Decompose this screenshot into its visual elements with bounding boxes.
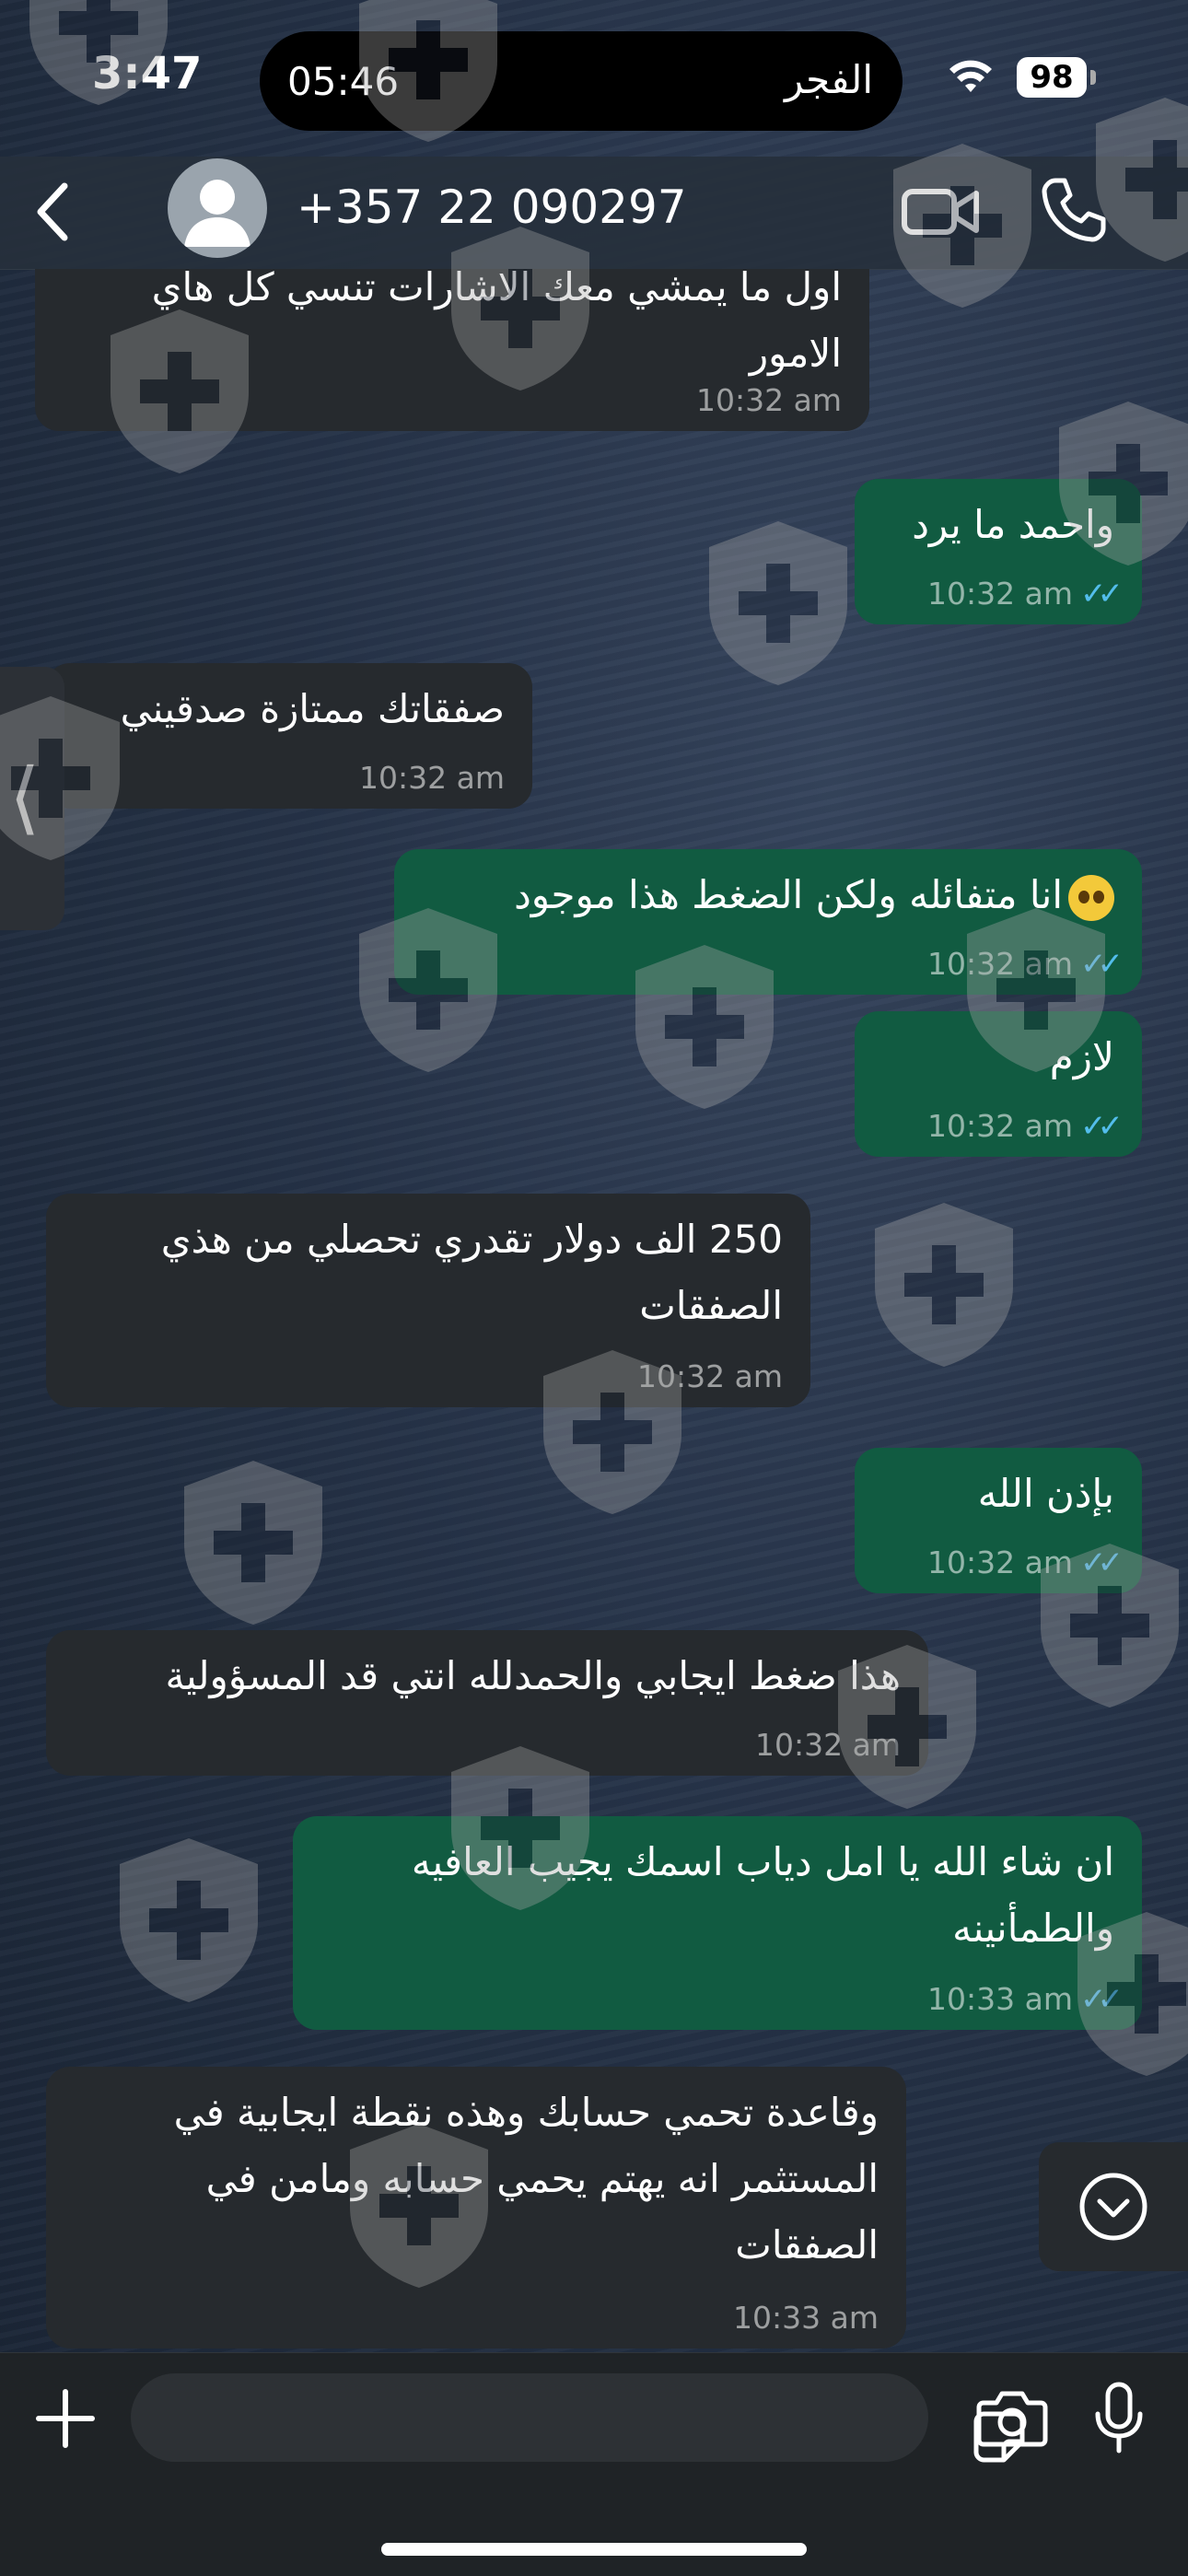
scroll-to-bottom-button[interactable]	[1039, 2142, 1188, 2271]
status-clock: 3:47	[92, 48, 203, 99]
read-ticks-icon: ✓✓	[1080, 1108, 1124, 1145]
message-line: انا متفائله ولكن الضغط هذا موجود	[422, 862, 1114, 928]
camera-icon[interactable]	[976, 2384, 1048, 2451]
message-input[interactable]	[131, 2373, 1025, 2463]
read-ticks-icon: ✓✓	[1080, 1981, 1124, 2018]
avatar-placeholder-icon	[184, 180, 250, 247]
message-text: هذا ضغط ايجابي والحمدلله انتي قد المسؤول…	[74, 1643, 901, 1709]
island-prayer-name: الفجر	[785, 57, 873, 102]
message-meta: 10:32 am ✓✓	[927, 573, 1124, 615]
message-outgoing[interactable]: ان شاء الله يا امل دياب اسمك يجيب العافي…	[293, 1816, 1142, 2030]
message-line: 250 الف دولار تقدري تحصلي من هذي	[160, 1217, 783, 1262]
message-meta: 10:32 am ✓✓	[927, 943, 1124, 985]
message-line: ان شاء الله يا امل دياب اسمك يجيب العافي…	[411, 1839, 1114, 1884]
message-text: صفقاتك ممتازة صدقيني	[74, 676, 505, 742]
message-timestamp: 10:32 am	[637, 1358, 783, 1394]
message-line: لازم	[1049, 1034, 1114, 1079]
message-timestamp: 10:33 am	[927, 1981, 1074, 2017]
message-line: الصفقات	[735, 2222, 879, 2267]
message-text: بإذن الله	[882, 1461, 1114, 1527]
message-text: واحمد ما يرد	[882, 492, 1114, 558]
message-incoming[interactable]: وقاعدة تحمي حسابك وهذه نقطة ايجابية في ا…	[46, 2067, 906, 2349]
island-time: 05:46	[287, 59, 400, 104]
message-text: وقاعدة تحمي حسابك وهذه نقطة ايجابية في ا…	[74, 2080, 879, 2279]
message-line: والطمأنينه	[952, 1906, 1114, 1951]
message-incoming[interactable]: اول ما يمشي معك الاشارات تنسي كل هاي الا…	[35, 269, 869, 431]
message-outgoing[interactable]: واحمد ما يرد 10:32 am ✓✓	[855, 479, 1142, 624]
dynamic-island: 05:46 الفجر	[260, 31, 903, 131]
chat-header: +357 22 090297	[0, 157, 1188, 270]
home-indicator	[381, 2543, 807, 2556]
side-panel-tab[interactable]: ⟨	[0, 667, 64, 930]
message-line: المستثمر انه يهتم يحمي حسابه ومامن في	[205, 2156, 879, 2201]
message-outgoing[interactable]: انا متفائله ولكن الضغط هذا موجود 10:32 a…	[394, 849, 1142, 995]
message-line: اول ما يمشي معك الاشارات تنسي كل هاي	[151, 269, 842, 309]
message-line: صفقاتك ممتازة صدقيني	[120, 686, 505, 731]
message-outgoing[interactable]: لازم 10:32 am ✓✓	[855, 1011, 1142, 1157]
message-line: الصفقات	[639, 1283, 783, 1328]
read-ticks-icon: ✓✓	[1080, 1544, 1124, 1581]
message-meta: 10:33 am ✓✓	[927, 1978, 1124, 2021]
message-list[interactable]: اول ما يمشي معك الاشارات تنسي كل هاي الا…	[0, 269, 1188, 2352]
message-line: بإذن الله	[977, 1471, 1114, 1516]
message-outgoing[interactable]: بإذن الله 10:32 am ✓✓	[855, 1448, 1142, 1593]
plus-icon[interactable]	[33, 2386, 98, 2451]
message-line: هذا ضغط ايجابي والحمدلله انتي قد المسؤول…	[165, 1653, 901, 1698]
chevron-left-icon: ⟨	[9, 752, 41, 844]
avatar[interactable]	[168, 158, 267, 258]
back-arrow-icon[interactable]	[31, 175, 77, 249]
message-timestamp: 10:32 am	[755, 1727, 901, 1763]
battery-level: 98	[1017, 57, 1087, 98]
message-text: لازم	[882, 1024, 1114, 1090]
message-text: اول ما يمشي معك الاشارات تنسي كل هاي الا…	[63, 269, 842, 387]
message-line: الامور	[749, 331, 842, 376]
message-timestamp: 10:32 am	[927, 576, 1074, 612]
message-incoming[interactable]: صفقاتك ممتازة صدقيني 10:32 am	[46, 663, 532, 809]
message-timestamp: 10:32 am	[927, 946, 1074, 982]
message-incoming[interactable]: هذا ضغط ايجابي والحمدلله انتي قد المسؤول…	[46, 1630, 928, 1776]
face-holding-back-tears-emoji	[1068, 874, 1114, 921]
status-bar: 3:47 05:46 الفجر 98	[0, 0, 1188, 157]
read-ticks-icon: ✓✓	[1080, 576, 1124, 612]
microphone-icon[interactable]	[1090, 2381, 1147, 2454]
message-meta: 10:32 am ✓✓	[927, 1542, 1124, 1584]
read-ticks-icon: ✓✓	[1080, 946, 1124, 983]
video-call-icon[interactable]	[899, 175, 982, 249]
message-text: 250 الف دولار تقدري تحصلي من هذي الصفقات	[74, 1206, 783, 1339]
message-line: وقاعدة تحمي حسابك وهذه نقطة ايجابية في	[173, 2090, 879, 2135]
chevron-down-circle-icon	[1079, 2173, 1147, 2241]
wifi-icon	[949, 60, 992, 92]
message-meta: 10:32 am ✓✓	[927, 1105, 1124, 1148]
message-line: واحمد ما يرد	[912, 502, 1114, 547]
message-timestamp: 10:32 am	[927, 1544, 1074, 1580]
message-input-bar	[0, 2352, 1188, 2576]
message-text: ان شاء الله يا امل دياب اسمك يجيب العافي…	[320, 1829, 1114, 1962]
message-timestamp: 10:33 am	[733, 2300, 879, 2336]
message-timestamp: 10:32 am	[359, 760, 505, 796]
message-timestamp: 10:32 am	[927, 1108, 1074, 1144]
message-timestamp: 10:32 am	[696, 382, 842, 418]
contact-name[interactable]: +357 22 090297	[297, 181, 687, 234]
message-incoming[interactable]: 250 الف دولار تقدري تحصلي من هذي الصفقات…	[46, 1194, 810, 1407]
battery-tip	[1090, 70, 1096, 85]
message-text: انا متفائله ولكن الضغط هذا موجود	[422, 862, 1114, 928]
voice-call-icon[interactable]	[1037, 173, 1111, 247]
